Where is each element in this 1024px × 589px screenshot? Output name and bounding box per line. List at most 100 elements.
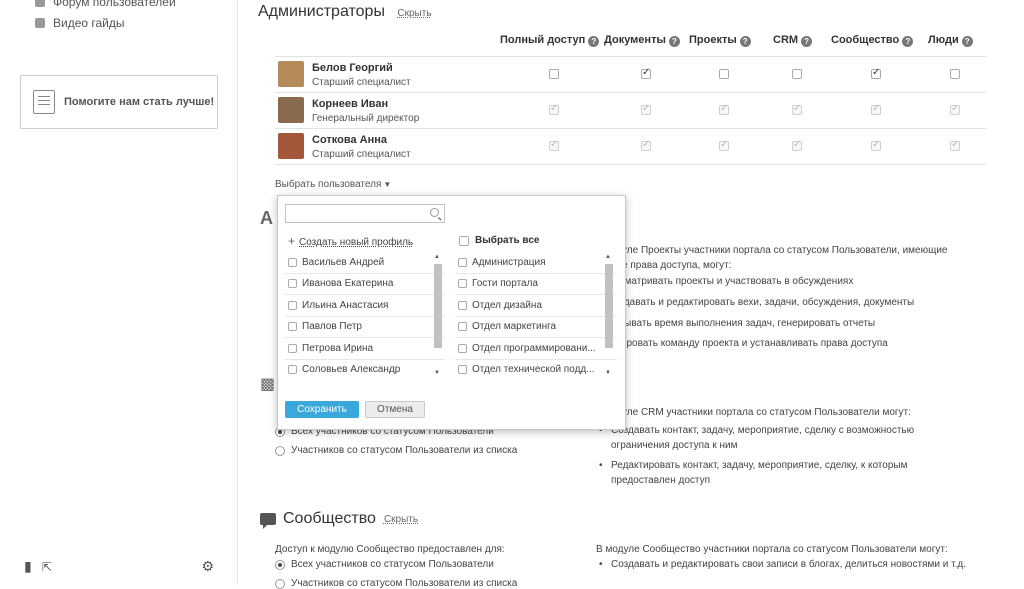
user-name[interactable]: Корнеев Иван [312,98,388,110]
permission-checkbox [950,103,960,115]
permission-checkbox [950,139,960,151]
permission-checkbox[interactable] [719,69,729,79]
help-icon[interactable]: ? [739,36,751,47]
projects-bullet: оздавать и редактировать вехи, задачи, о… [614,297,915,308]
checkbox[interactable] [288,279,297,289]
scroll-up-icon: ▲ [605,254,611,260]
people-list-item[interactable]: Иванова Екатерина [285,274,445,295]
group-list-item[interactable]: Гости портала [455,274,617,295]
sidebar-link-video[interactable]: Видео гайды [35,16,125,30]
col-community: Сообщество? [831,34,914,47]
projects-description: уле Проекты участники портала со статусо… [622,245,948,271]
user-position: Старший специалист [312,149,411,160]
video-icon [35,18,45,28]
projects-bullet: мировать команду проекта и устанавливать… [614,338,888,349]
crm-section-icon: ▩ [260,376,276,393]
checkbox[interactable] [458,322,467,332]
checkbox[interactable] [458,300,467,310]
expand-icon[interactable]: ⇱ [42,560,52,574]
admins-hide-link[interactable]: Скрыть [397,8,431,19]
survey-icon [33,90,55,114]
checkbox[interactable] [458,343,467,353]
people-list-item[interactable]: Петрова Ирина [285,338,445,360]
permission-checkbox[interactable] [950,69,960,79]
group-list-item[interactable]: Отдел маркетинга [455,317,617,338]
checkbox[interactable] [288,300,297,310]
community-radio-list[interactable]: Участников со статусом Пользователи из с… [275,578,517,589]
admins-section-title: Администраторы Скрыть [258,3,432,20]
user-position: Старший специалист [312,77,411,88]
select-all-checkbox[interactable]: Выбрать все [459,235,539,246]
group-list-item[interactable]: Отдел программировани... [455,338,617,360]
crm-bullet: Создавать контакт, задачу, мероприятие, … [599,423,929,453]
permission-checkbox [871,139,881,151]
table-divider [275,164,987,165]
people-list-item[interactable]: Соловьев Александр [285,360,445,380]
permission-checkbox[interactable] [641,67,651,79]
community-hide-link[interactable]: Скрыть [384,514,418,525]
permission-checkbox [871,103,881,115]
checkbox[interactable] [458,279,467,289]
user-select-popup: + Создать новый профиль Выбрать все Васил… [277,195,626,430]
checkbox[interactable] [288,322,297,332]
user-position: Генеральный директор [312,113,420,124]
plus-icon: + [288,234,296,248]
group-list-item[interactable]: Администрация [455,252,617,274]
chat-icon[interactable]: ▮ [24,558,32,575]
crm-radio-list[interactable]: Участников со статусом Пользователи из с… [275,445,517,456]
community-section-title: Сообщество Скрыть [260,510,418,529]
checkbox[interactable] [288,257,297,267]
permission-checkbox [719,103,729,115]
permission-checkbox [641,103,651,115]
group-list-item[interactable]: Отдел технической подд... [455,360,617,380]
projects-bullet: осматривать проекты и участвовать в обсу… [614,276,854,287]
people-list-item[interactable]: Павлов Петр [285,317,445,338]
people-scrollbar[interactable]: ▲ ▼ [433,254,443,376]
permission-checkbox [549,139,559,151]
help-icon[interactable]: ? [801,36,813,47]
sidebar-link-forum[interactable]: Форум пользователей [35,0,176,9]
col-crm: CRM? [773,34,813,47]
people-list-item[interactable]: Ильина Анастасия [285,295,445,317]
sidebar-footer: ▮ ⇱ ⚙ [24,558,214,575]
help-icon[interactable]: ? [668,36,680,47]
caret-down-icon: ▼ [383,180,392,189]
permission-checkbox [549,103,559,115]
checkbox[interactable] [288,343,297,353]
permission-checkbox[interactable] [549,69,559,79]
col-documents: Документы? [604,34,680,47]
checkbox[interactable] [458,257,467,267]
help-icon[interactable]: ? [961,36,973,47]
user-name[interactable]: Белов Георгий [312,62,393,74]
search-field[interactable] [285,204,445,223]
cancel-button[interactable]: Отмена [365,401,425,418]
projects-bullet: итывать время выполнения задач, генериро… [614,318,876,329]
group-list-item[interactable]: Отдел дизайна [455,295,617,317]
forum-icon [35,0,45,7]
help-icon[interactable]: ? [902,36,914,47]
gear-icon[interactable]: ⚙ [201,558,214,575]
sidebar: Форум пользователей Видео гайды Помогите… [0,0,238,585]
permission-checkbox [641,139,651,151]
permission-checkbox[interactable] [792,69,802,79]
community-radio-all[interactable]: Всех участников со статусом Пользователи [275,559,494,570]
permission-checkbox[interactable] [871,67,881,79]
people-list: Васильев Андрей Иванова Екатерина Ильина А… [285,252,445,379]
help-icon[interactable]: ? [588,36,600,47]
search-input[interactable] [286,205,424,222]
permission-checkbox [792,103,802,115]
checkbox[interactable] [288,365,297,375]
select-user-dropdown[interactable]: Выбрать пользователя ▼ [275,179,391,190]
group-scrollbar[interactable]: ▲ ▼ [604,254,614,376]
create-profile-link[interactable]: + Создать новый профиль [288,234,413,248]
admin-row: Белов Георгий Старший специалист [275,56,987,92]
chat-bubble-icon [260,513,276,529]
community-rights-label: В модуле Сообщество участники портала со… [596,544,948,555]
people-list-item[interactable]: Васильев Андрей [285,252,445,274]
search-icon[interactable] [430,208,439,217]
checkbox[interactable] [458,365,467,375]
save-button[interactable]: Сохранить [285,401,359,418]
user-name[interactable]: Соткова Анна [312,134,387,146]
feedback-promo[interactable]: Помогите нам стать лучше! [20,75,218,129]
community-bullet: Создавать и редактировать свои записи в … [599,557,999,572]
